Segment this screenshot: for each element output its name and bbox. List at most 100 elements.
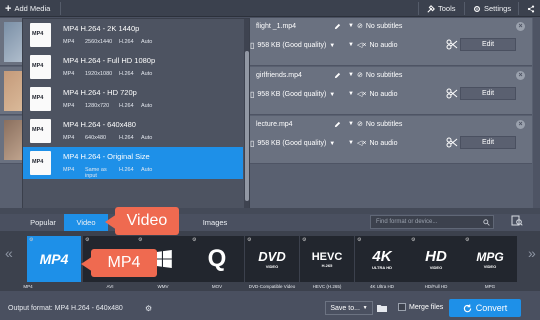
file-name: lecture.mp4 [256, 121, 293, 128]
mp4-file-icon: MP4 [30, 151, 51, 175]
subtitles-icon: ⊘ [356, 121, 363, 128]
edit-button[interactable]: Edit [460, 136, 516, 149]
dropdown-scroll-thumb[interactable] [245, 51, 249, 201]
add-media-button[interactable]: + Add Media [0, 0, 55, 17]
format-label: 4K Ultra HD [369, 284, 394, 289]
chevron-right-icon[interactable]: » [528, 245, 536, 261]
file-icon: ▯ [250, 139, 255, 148]
format-search-input[interactable]: Find format or device... [370, 215, 494, 229]
gear-icon[interactable]: ⚙ [145, 304, 152, 313]
share-icon [527, 4, 535, 13]
format-label: HEVC (H.265) [312, 284, 342, 289]
folder-icon[interactable] [376, 301, 388, 315]
format-tile-4k[interactable]: ⚙ 4K ULTRA HD [355, 236, 409, 282]
format-tile-mp4[interactable]: ⚙ MP4 [27, 236, 81, 282]
subtitles-dropdown[interactable]: ▼ ⊘ No subtitles [348, 22, 402, 31]
merge-files-toggle[interactable]: Merge files [398, 303, 443, 311]
search-icon [483, 219, 490, 226]
mp4-file-icon: MP4 [30, 55, 51, 79]
subtitles-dropdown[interactable]: ▼ ⊘ No subtitles [348, 120, 402, 129]
preset-item-selected[interactable]: MP4 MP4 H.264 - Original Size MP4 Same as… [23, 147, 243, 179]
preset-item[interactable]: MP4 MP4 H.264 - Full HD 1080p MP4 1920x10… [23, 51, 243, 83]
share-button[interactable] [522, 0, 540, 17]
settings-button[interactable]: Settings [468, 0, 516, 17]
audio-dropdown[interactable]: ▼ ◁× No audio [348, 139, 397, 148]
chevron-down-icon: ▼ [329, 91, 336, 98]
preset-item[interactable]: MP4 MP4 H.264 - 2K 1440p MP4 2560x1440 H.2… [23, 19, 243, 51]
output-size[interactable]: ▯ 958 KB (Good quality) ▼ [250, 139, 335, 148]
format-label: MPG [484, 284, 496, 289]
chevron-down-icon: ▼ [348, 42, 354, 48]
tools-icon [427, 4, 435, 13]
close-icon[interactable]: × [516, 120, 525, 129]
callout-mp4: MP4 [91, 249, 157, 277]
format-tile-mov[interactable]: ⚙ Q [190, 236, 244, 282]
preset-item[interactable]: MP4 MP4 H.264 - 640x480 MP4 640x480 H.264 A… [23, 115, 243, 147]
toolbar-divider [60, 2, 61, 15]
file-icon: ▯ [250, 41, 255, 50]
speaker-muted-icon: ◁× [356, 140, 367, 147]
audio-dropdown[interactable]: ▼ ◁× No audio [348, 90, 397, 99]
edit-button[interactable]: Edit [460, 38, 516, 51]
mp4-file-icon: MP4 [30, 23, 51, 47]
plus-icon: + [5, 2, 12, 15]
output-size[interactable]: ▯ 958 KB (Good quality) ▼ [250, 41, 335, 50]
save-to-dropdown[interactable]: Save to... ▼ [325, 301, 373, 315]
speaker-muted-icon: ◁× [356, 42, 367, 49]
output-format-label[interactable]: Output format: MP4 H.264 - 640x480 [8, 305, 123, 312]
preset-spec: MP4 2560x1440 H.264 Auto [63, 39, 153, 45]
callout-video: Video [115, 207, 179, 235]
chevron-down-icon: ▼ [362, 305, 368, 311]
format-tile-hevc[interactable]: ⚙ HEVC H.265 [300, 236, 354, 282]
pencil-icon[interactable] [334, 23, 341, 30]
chevron-down-icon: ▼ [348, 140, 354, 146]
quicktime-logo-icon: Q [207, 245, 227, 272]
format-tile-dvd[interactable]: ⚙ DVD VIDEO [245, 236, 299, 282]
tab-images[interactable]: Images [192, 214, 238, 231]
format-tile-mpg[interactable]: ⚙ MPG VIDEO [463, 236, 517, 282]
scissors-icon[interactable] [445, 137, 459, 148]
tab-video[interactable]: Video [64, 214, 108, 231]
edit-button[interactable]: Edit [460, 87, 516, 100]
tools-button[interactable]: Tools [422, 0, 461, 17]
close-icon[interactable]: × [516, 22, 525, 31]
preset-dropdown: MP4 MP4 H.264 - 2K 1440p MP4 2560x1440 H.2… [22, 18, 250, 214]
chevron-down-icon: ▼ [348, 121, 354, 127]
scissors-icon[interactable] [445, 88, 459, 99]
format-label: MOV [211, 284, 223, 289]
chevron-left-icon[interactable]: « [5, 245, 13, 261]
chevron-down-icon: ▼ [348, 91, 354, 97]
audio-dropdown[interactable]: ▼ ◁× No audio [348, 41, 397, 50]
close-icon[interactable]: × [516, 71, 525, 80]
subtitles-dropdown[interactable]: ▼ ⊘ No subtitles [348, 71, 402, 80]
top-toolbar: + Add Media Tools Settings [0, 0, 540, 17]
subtitles-icon: ⊘ [356, 23, 363, 30]
find-device-icon[interactable] [511, 215, 523, 227]
file-name: flight _1.mp4 [256, 23, 297, 30]
output-size[interactable]: ▯ 958 KB (Good quality) ▼ [250, 90, 335, 99]
convert-button[interactable]: Convert [449, 299, 521, 317]
format-label: WMV [157, 284, 169, 289]
format-label: DVD-Compatible Video [248, 284, 296, 289]
refresh-icon [463, 303, 471, 312]
mp4-file-icon: MP4 [30, 87, 51, 111]
merge-checkbox[interactable] [398, 303, 406, 311]
preset-item[interactable]: MP4 MP4 H.264 - HD 720p MP4 1280x720 H.264… [23, 83, 243, 115]
preset-spec: MP4 1920x1080 H.264 Auto [63, 71, 153, 77]
pencil-icon[interactable] [334, 121, 341, 128]
pencil-icon[interactable] [334, 72, 341, 79]
subtitles-icon: ⊘ [356, 72, 363, 79]
tab-popular[interactable]: Popular [22, 214, 64, 231]
file-icon: ▯ [250, 90, 255, 99]
toolbar-divider [464, 2, 465, 15]
file-list-scrollbar[interactable] [533, 18, 540, 208]
preset-spec: MP4 1280x720 H.264 Auto [63, 103, 153, 109]
gear-icon: ⚙ [85, 237, 90, 243]
chevron-down-icon: ▼ [329, 140, 336, 147]
format-label: AVI [106, 284, 114, 289]
speaker-muted-icon: ◁× [356, 91, 367, 98]
format-tile-hd[interactable]: ⚙ HD VIDEO [409, 236, 463, 282]
scissors-icon[interactable] [445, 39, 459, 50]
format-label: MP4 [23, 284, 33, 289]
format-label: HD/Full HD [424, 284, 448, 289]
